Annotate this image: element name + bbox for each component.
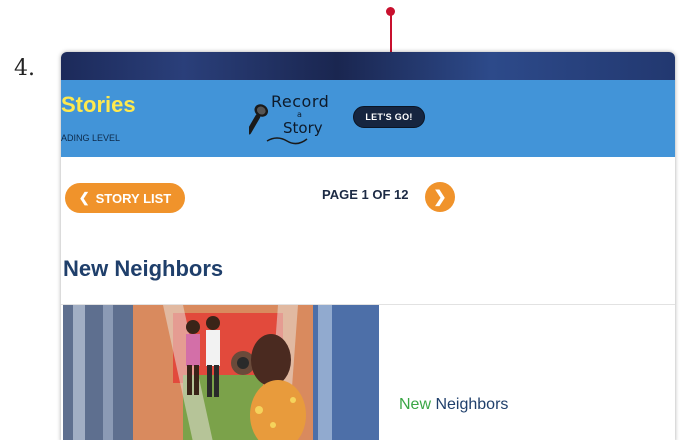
chevron-left-icon: ❮ xyxy=(78,190,90,205)
logo-text-story: Story xyxy=(283,119,323,137)
card-title-new: New xyxy=(399,396,432,413)
story-list-label: STORY LIST xyxy=(95,190,172,206)
logo-text-a: a xyxy=(297,110,302,119)
app-screenshot: Stories ADING LEVEL Record a Story LET'S… xyxy=(61,52,675,440)
chevron-right-icon: ❯ xyxy=(433,189,447,206)
step-number: 4. xyxy=(14,56,35,81)
site-header: Stories ADING LEVEL Record a Story LET'S… xyxy=(61,80,675,157)
story-illustration[interactable] xyxy=(63,305,379,440)
next-page-button[interactable]: ❯ xyxy=(425,182,455,212)
lets-go-button[interactable]: LET'S GO! xyxy=(353,106,425,128)
card-title-neighbors: Neighbors xyxy=(435,396,509,413)
story-card-title[interactable]: New Neighbors xyxy=(399,396,508,414)
logo-text-record: Record xyxy=(271,92,330,111)
reading-level-label[interactable]: ADING LEVEL xyxy=(61,133,120,143)
header-banner-image xyxy=(61,52,675,80)
site-title[interactable]: Stories xyxy=(61,92,136,118)
story-title: New Neighbors xyxy=(63,256,224,281)
story-list-button[interactable]: ❮ STORY LIST xyxy=(65,183,185,213)
page-indicator: PAGE 1 OF 12 xyxy=(322,187,409,202)
